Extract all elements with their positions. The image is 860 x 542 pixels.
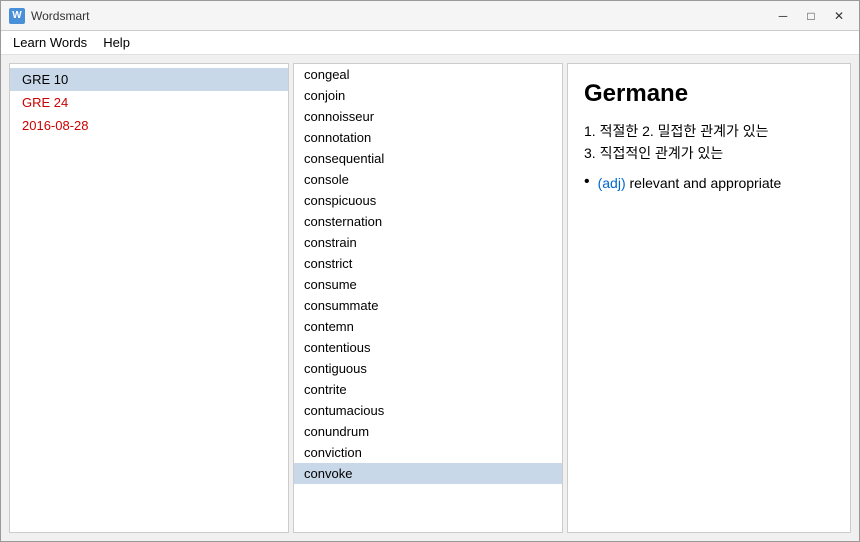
wordset-item-gre24[interactable]: GRE 24 — [10, 91, 288, 114]
word-item-consternation[interactable]: consternation — [294, 211, 562, 232]
app-window: W Wordsmart ─ □ ✕ Learn Words Help GRE 1… — [0, 0, 860, 542]
word-list-panel: congeal conjoin connoisseur connotation … — [293, 63, 563, 533]
word-item-connotation[interactable]: connotation — [294, 127, 562, 148]
word-item-conundrum[interactable]: conundrum — [294, 421, 562, 442]
word-item-conspicuous[interactable]: conspicuous — [294, 190, 562, 211]
close-button[interactable]: ✕ — [827, 7, 851, 25]
word-item-contumacious[interactable]: contumacious — [294, 400, 562, 421]
main-content: GRE 10 GRE 24 2016-08-28 congeal conjoin… — [1, 55, 859, 541]
wordset-list: GRE 10 GRE 24 2016-08-28 — [9, 63, 289, 533]
word-item-consume[interactable]: consume — [294, 274, 562, 295]
window-controls: ─ □ ✕ — [771, 7, 851, 25]
bullet-icon: • — [584, 173, 590, 191]
app-icon: W — [9, 8, 25, 24]
word-item-conviction[interactable]: conviction — [294, 442, 562, 463]
word-item-consequential[interactable]: consequential — [294, 148, 562, 169]
window-title: Wordsmart — [31, 9, 771, 23]
word-item-console[interactable]: console — [294, 169, 562, 190]
definition-bullet: • (adj) relevant and appropriate — [584, 173, 834, 194]
word-item-convoke[interactable]: convoke — [294, 463, 562, 484]
menu-bar: Learn Words Help — [1, 31, 859, 55]
title-bar: W Wordsmart ─ □ ✕ — [1, 1, 859, 31]
definition-title: Germane — [584, 80, 834, 108]
definition-korean-1: 1. 적절한 2. 밀접한 관계가 있는 3. 직접적인 관계가 있는 — [584, 120, 834, 165]
wordset-item-date[interactable]: 2016-08-28 — [10, 114, 288, 137]
word-item-connoisseur[interactable]: connoisseur — [294, 106, 562, 127]
minimize-button[interactable]: ─ — [771, 7, 795, 25]
definition-panel: Germane 1. 적절한 2. 밀접한 관계가 있는 3. 직접적인 관계가… — [567, 63, 851, 533]
word-item-contemn[interactable]: contemn — [294, 316, 562, 337]
word-item-congeal[interactable]: congeal — [294, 64, 562, 85]
word-item-conjoin[interactable]: conjoin — [294, 85, 562, 106]
word-item-constrain[interactable]: constrain — [294, 232, 562, 253]
word-item-contrite[interactable]: contrite — [294, 379, 562, 400]
part-of-speech: (adj) — [598, 175, 626, 191]
word-item-contentious[interactable]: contentious — [294, 337, 562, 358]
maximize-button[interactable]: □ — [799, 7, 823, 25]
word-item-consummate[interactable]: consummate — [294, 295, 562, 316]
word-item-contiguous[interactable]: contiguous — [294, 358, 562, 379]
menu-learn-words[interactable]: Learn Words — [5, 33, 95, 52]
wordset-item-gre10[interactable]: GRE 10 — [10, 68, 288, 91]
word-item-constrict[interactable]: constrict — [294, 253, 562, 274]
word-list-scroll[interactable]: congeal conjoin connoisseur connotation … — [294, 64, 562, 532]
definition-english: (adj) relevant and appropriate — [598, 173, 782, 194]
menu-help[interactable]: Help — [95, 33, 138, 52]
